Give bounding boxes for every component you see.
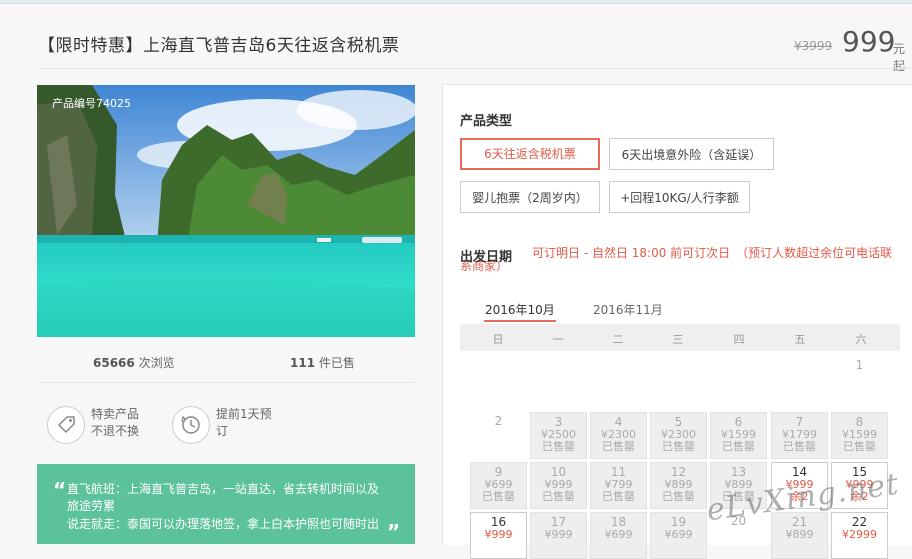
calendar-day-day: 8 [855, 415, 864, 429]
calendar-day-day: 22 [851, 515, 868, 529]
product-photo [37, 85, 415, 337]
date-note: 可订明日 - 自然日 18:00 前可订次日 （预订人数超过余位可电话联系商家） [460, 246, 893, 273]
calendar-day[interactable]: 6 ¥1599 已售罄 [710, 412, 767, 459]
weekday: 三 [672, 333, 684, 346]
calendar-day-day: 7 [795, 415, 804, 429]
top-border [0, 0, 912, 4]
open-quote-icon: “ [53, 478, 67, 502]
sold-count-value: 111 [290, 356, 316, 370]
calendar-day-day: 1 [855, 358, 864, 372]
view-count-value: 65666 [93, 356, 135, 370]
close-quote-icon: ” [387, 520, 401, 544]
weekday: 六 [855, 333, 867, 346]
calendar-day-day: 14 [791, 465, 808, 479]
tag-icon [47, 406, 85, 444]
clock-icon [172, 406, 210, 444]
calendar-day-day: 4 [614, 415, 623, 429]
highlight-line: 说走就走：泰国可以办理落地签，拿上白本护照也可随时出 [67, 517, 380, 531]
tab-month-oct[interactable]: 2016年10月 [485, 301, 555, 318]
page-title: 【限时特惠】上海直飞普吉岛6天往返含税机票 [38, 36, 400, 56]
sold-count: 111 件已售 [290, 354, 355, 371]
calendar-day-day: 18 [610, 515, 627, 529]
calendar-day-price: ¥999 [484, 528, 513, 541]
calendar-day[interactable]: 7 ¥1799 已售罄 [771, 412, 828, 459]
title-divider [38, 68, 912, 69]
calendar-day-price: ¥2999 [842, 528, 877, 541]
option-extra-baggage[interactable]: +回程10KG/人行李额 [609, 181, 750, 213]
calendar-day[interactable]: 10 ¥999 已售罄 [530, 462, 587, 509]
option-infant-ticket[interactable]: 婴儿抱票（2周岁内） [460, 181, 600, 213]
calendar-day-status: 已售罄 [662, 440, 695, 453]
original-price: ¥3999 [794, 39, 833, 53]
product-type-label: 产品类型 [460, 114, 513, 129]
weekday: 日 [492, 333, 504, 346]
feature-line: 不退不换 [91, 424, 140, 438]
option-roundtrip-ticket[interactable]: 6天往返含税机票 [460, 138, 600, 170]
weekday: 四 [733, 333, 745, 346]
calendar-day[interactable]: 11 ¥799 已售罄 [590, 462, 647, 509]
calendar-day-status: 已售罄 [722, 440, 755, 453]
calendar-day-day: 6 [734, 415, 743, 429]
calendar-day[interactable]: 3 ¥2500 已售罄 [530, 412, 587, 459]
departure-date-label: 出发日期 [460, 250, 513, 265]
calendar-day-day: 19 [670, 515, 687, 529]
calendar-day[interactable]: 5 ¥2300 已售罄 [650, 412, 707, 459]
current-price: 999 [842, 25, 896, 58]
calendar-day-status: 已售罄 [662, 490, 695, 503]
highlight-box: “ 直飞航班：上海直飞普吉岛，一站直达，省去转机时间以及 旅途劳累 说走就走：泰… [37, 464, 415, 544]
calendar-day-status: 已售罄 [602, 440, 635, 453]
view-count: 65666 次浏览 [93, 354, 175, 371]
highlight-line: 直飞航班：上海直飞普吉岛，一站直达，省去转机时间以及 [67, 482, 380, 496]
view-count-label: 次浏览 [138, 356, 175, 370]
feature-line: 订 [216, 424, 229, 438]
feature-advance-booking: 提前1天预 订 [216, 406, 272, 440]
feature-special-sale: 特卖产品 不退不换 [91, 406, 139, 440]
calendar-day-day: 9 [494, 465, 503, 479]
calendar-day-price: ¥699 [664, 528, 693, 541]
calendar-day-price: ¥899 [785, 528, 814, 541]
sold-count-label: 件已售 [318, 356, 355, 370]
calendar-day: 1 [831, 356, 888, 403]
calendar-day-status: 已售罄 [602, 490, 635, 503]
calendar-day-day: 11 [610, 465, 627, 479]
calendar-day-price: ¥999 [544, 528, 573, 541]
calendar-day-status: 已售罄 [542, 440, 575, 453]
tab-month-nov[interactable]: 2016年11月 [593, 301, 663, 318]
calendar-day-day: 2 [494, 414, 503, 428]
calendar-day: 2 [470, 412, 527, 459]
stats-divider [37, 382, 415, 383]
calendar-day[interactable]: 9 ¥699 已售罄 [470, 462, 527, 509]
calendar-day-status: 已售罄 [482, 490, 515, 503]
calendar-day-price: ¥699 [604, 528, 633, 541]
calendar-day-day: 13 [730, 465, 747, 479]
weekday: 五 [794, 333, 806, 346]
calendar-day-day: 5 [674, 415, 683, 429]
feature-line: 提前1天预 [216, 407, 272, 421]
calendar-day-status: 已售罄 [542, 490, 575, 503]
weekday: 一 [552, 333, 564, 346]
calendar-day-day: 12 [670, 465, 687, 479]
calendar-day[interactable]: 12 ¥899 已售罄 [650, 462, 707, 509]
calendar-day-day: 3 [554, 415, 563, 429]
calendar-day-status: 已售罄 [843, 440, 876, 453]
product-number: 产品编号74025 [52, 97, 131, 110]
calendar-day-status: 已售罄 [783, 440, 816, 453]
feature-line: 特卖产品 [91, 407, 140, 421]
calendar-day[interactable]: 8 ¥1599 已售罄 [831, 412, 888, 459]
calendar-day[interactable]: 4 ¥2300 已售罄 [590, 412, 647, 459]
calendar-day-day: 16 [490, 515, 507, 529]
calendar-day-day: 17 [550, 515, 567, 529]
calendar-day-day: 10 [550, 465, 567, 479]
weekday: 二 [612, 333, 624, 346]
highlight-line: 旅途劳累 [67, 499, 116, 513]
active-month-indicator [484, 320, 556, 322]
option-travel-insurance[interactable]: 6天出境意外险（含延误） [609, 138, 774, 170]
